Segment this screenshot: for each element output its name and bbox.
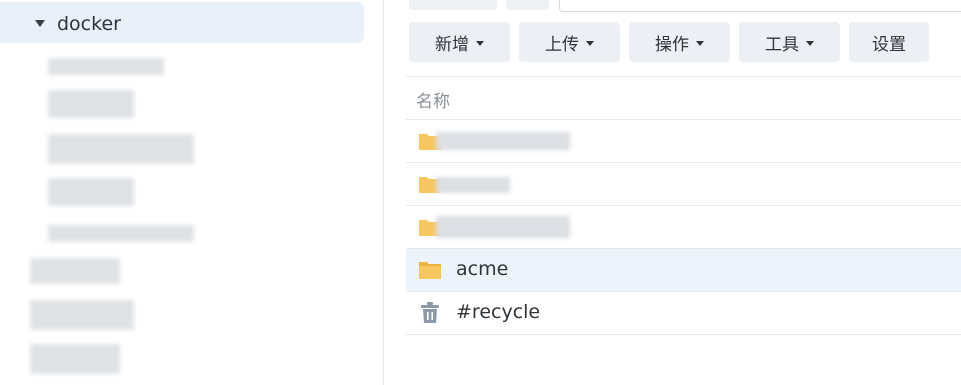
tree-item-obscured[interactable] (30, 300, 134, 330)
new-button-label: 新增 (435, 34, 469, 55)
new-button[interactable]: 新增 (409, 22, 510, 62)
file-row-obscured[interactable] (406, 163, 961, 206)
upload-button-label: 上传 (545, 34, 579, 55)
tree-item-label: docker (57, 13, 121, 35)
tree-item-obscured[interactable] (30, 258, 120, 284)
file-row-obscured[interactable] (406, 120, 961, 163)
folder-icon (419, 262, 441, 279)
caret-down-icon (806, 40, 814, 46)
path-input[interactable]: docker (559, 0, 961, 12)
folder-tree: docker (0, 0, 384, 385)
obscured-file-name (436, 132, 570, 150)
tree-item-obscured[interactable] (30, 344, 120, 374)
tree-item-obscured[interactable] (48, 178, 134, 206)
tree-item-obscured[interactable] (48, 58, 164, 75)
tree-item-obscured[interactable] (48, 90, 134, 118)
caret-down-icon (586, 40, 594, 46)
refresh-button[interactable] (506, 0, 549, 10)
file-row-obscured[interactable] (406, 206, 961, 249)
settings-button[interactable]: 设置 (849, 22, 929, 62)
tree-item-obscured[interactable] (48, 134, 194, 164)
tree-item-obscured[interactable] (48, 225, 194, 242)
upload-button[interactable]: 上传 (519, 22, 620, 62)
file-name: acme (456, 258, 509, 280)
file-row[interactable]: acme (406, 249, 961, 292)
tree-item-docker[interactable]: docker (0, 2, 364, 43)
settings-button-label: 设置 (872, 34, 906, 55)
tools-button[interactable]: 工具 (739, 22, 840, 62)
tools-button-label: 工具 (765, 34, 799, 55)
column-header-name[interactable]: 名称 (406, 76, 961, 120)
file-row[interactable]: #recycle (406, 292, 961, 335)
trash-icon (421, 302, 439, 323)
action-button-label: 操作 (655, 34, 689, 55)
caret-down-icon (476, 40, 484, 46)
action-button[interactable]: 操作 (629, 22, 730, 62)
file-panel: docker 新增 上传 操作 工具 设置 名称 (384, 0, 961, 385)
caret-down-icon (696, 40, 704, 46)
caret-down-icon[interactable] (35, 20, 45, 27)
nav-buttons[interactable] (409, 0, 497, 10)
obscured-file-name (436, 177, 510, 193)
file-name: #recycle (456, 301, 541, 323)
path-text: docker (574, 0, 631, 5)
obscured-file-name (436, 216, 570, 238)
column-header-label: 名称 (416, 92, 450, 112)
